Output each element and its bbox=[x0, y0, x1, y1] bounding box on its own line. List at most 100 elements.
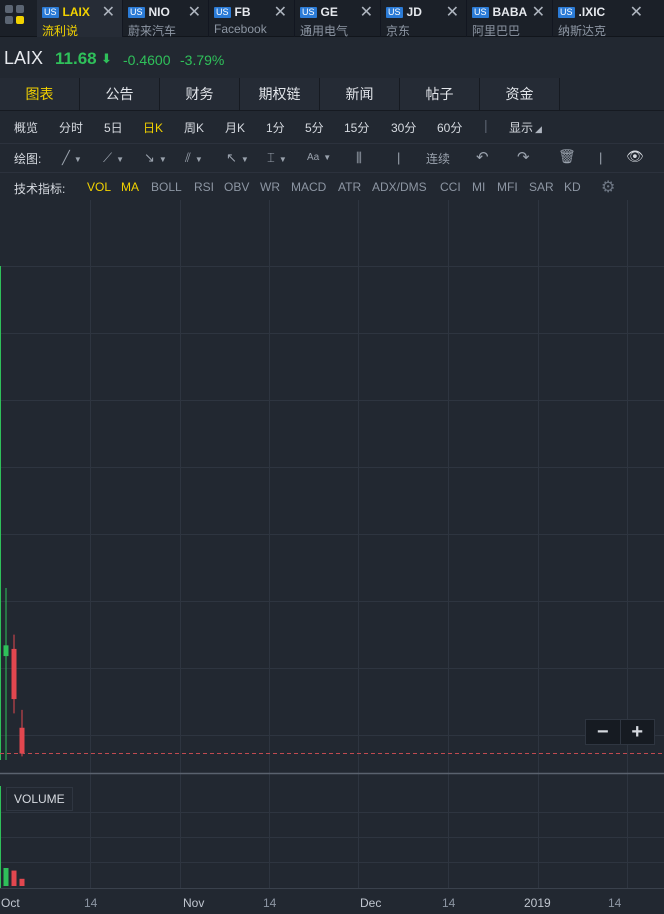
indicator-mi[interactable]: MI bbox=[472, 180, 485, 194]
x-tick-label: 14 bbox=[608, 896, 622, 910]
stock-tab-nio[interactable]: US NIO 蔚来汽车 ✕ bbox=[123, 0, 209, 38]
tab-name: 纳斯达克 bbox=[558, 24, 607, 38]
period-15min[interactable]: 15分 bbox=[344, 119, 369, 136]
quote-header: LAIX 11.68 ⬇ -0.4600 -3.79% bbox=[0, 46, 664, 72]
x-tick-label: Oct bbox=[1, 896, 20, 910]
tab-options-chain[interactable]: 期权链 bbox=[240, 78, 320, 110]
x-tick-label: 14 bbox=[442, 896, 456, 910]
candle-body[interactable] bbox=[3, 645, 9, 657]
quote-change: -0.4600 bbox=[123, 52, 171, 68]
x-tick-label: 14 bbox=[263, 896, 277, 910]
stock-tab-baba[interactable]: US BABA 阿里巴巴 ✕ bbox=[467, 0, 553, 38]
candle-body[interactable] bbox=[19, 727, 25, 754]
stock-tab-bar: US LAIX 流利说 ✕ US NIO 蔚来汽车 ✕ US FB Facebook … bbox=[0, 0, 664, 38]
market-badge: US bbox=[214, 7, 231, 18]
close-icon[interactable]: ✕ bbox=[446, 2, 459, 22]
undo-icon[interactable]: ↶ bbox=[476, 148, 489, 166]
tab-symbol: BABA bbox=[492, 5, 528, 19]
indicator-sar[interactable]: SAR bbox=[529, 180, 554, 194]
tab-name: 蔚来汽车 bbox=[128, 24, 177, 38]
x-tick-label: 14 bbox=[84, 896, 98, 910]
close-icon[interactable]: ✕ bbox=[360, 2, 373, 22]
period-intraday[interactable]: 分时 bbox=[59, 119, 83, 136]
zoom-out-button[interactable]: − bbox=[586, 720, 621, 744]
separator: | bbox=[484, 117, 488, 133]
continuous-button[interactable]: 连续 bbox=[426, 150, 450, 167]
drawing-toolbar: 绘图: ╱ ▼ ⟋ ▼ ↘ ▼ ⫽ ▼ ↖ ▼ ⌶ ▼ Aa ▼ ⫼ | 连续 ↶ ↷ 🗑 |… bbox=[0, 143, 664, 171]
indicator-obv[interactable]: OBV bbox=[224, 180, 249, 194]
candlestick-chart[interactable] bbox=[0, 200, 664, 914]
tab-symbol: JD bbox=[406, 5, 422, 19]
stock-tab-laix[interactable]: US LAIX 流利说 ✕ bbox=[37, 0, 123, 38]
indicator-macd[interactable]: MACD bbox=[291, 180, 326, 194]
tab-name: 京东 bbox=[386, 24, 411, 38]
indicator-wr[interactable]: WR bbox=[260, 180, 280, 194]
indicator-atr[interactable]: ATR bbox=[338, 180, 361, 194]
period-5min[interactable]: 5分 bbox=[305, 119, 324, 136]
tab-news[interactable]: 新闻 bbox=[320, 78, 400, 110]
close-icon[interactable]: ✕ bbox=[274, 2, 287, 22]
period-monthly-k[interactable]: 月K bbox=[225, 119, 245, 136]
draw-label: 绘图: bbox=[14, 152, 42, 166]
redo-icon[interactable]: ↷ bbox=[517, 148, 530, 166]
quote-ticker: LAIX bbox=[4, 48, 44, 68]
triangle-icon: ◢ bbox=[535, 124, 542, 134]
indicator-vol[interactable]: VOL bbox=[87, 180, 111, 194]
period-60min[interactable]: 60分 bbox=[437, 119, 462, 136]
tab-announcements[interactable]: 公告 bbox=[80, 78, 160, 110]
tab-name: 通用电气 bbox=[300, 24, 349, 38]
eye-icon[interactable]: 👁 bbox=[626, 148, 644, 165]
market-badge: US bbox=[558, 7, 575, 18]
gear-icon[interactable]: ⚙ bbox=[601, 177, 615, 197]
separator: | bbox=[397, 150, 401, 165]
stock-tab-ge[interactable]: US GE 通用电气 ✕ bbox=[295, 0, 381, 38]
period-weekly-k[interactable]: 周K bbox=[184, 119, 204, 136]
close-icon[interactable]: ✕ bbox=[188, 2, 201, 22]
ray-tool-icon[interactable]: ⟋ ▼ bbox=[103, 150, 124, 166]
zoom-in-button[interactable]: + bbox=[621, 720, 655, 744]
indicator-boll[interactable]: BOLL bbox=[151, 180, 182, 194]
separator: | bbox=[599, 150, 603, 165]
period-5d[interactable]: 5日 bbox=[104, 119, 123, 136]
tab-symbol: .IXIC bbox=[578, 5, 606, 19]
stock-tab-ixic[interactable]: US .IXIC 纳斯达克 ✕ bbox=[553, 0, 650, 38]
tab-symbol: FB bbox=[234, 5, 251, 19]
volume-bar bbox=[11, 870, 17, 886]
close-icon[interactable]: ✕ bbox=[532, 2, 545, 22]
candle-style-icon[interactable]: ⫼ bbox=[356, 150, 362, 166]
tab-symbol: NIO bbox=[148, 5, 170, 19]
app-menu-icon[interactable] bbox=[0, 0, 37, 37]
period-30min[interactable]: 30分 bbox=[391, 119, 416, 136]
close-icon[interactable]: ✕ bbox=[102, 2, 115, 22]
tab-posts[interactable]: 帖子 bbox=[400, 78, 480, 110]
indicator-adx-dms[interactable]: ADX/DMS bbox=[372, 180, 427, 194]
indicator-mfi[interactable]: MFI bbox=[497, 180, 518, 194]
x-tick-label: Dec bbox=[360, 896, 382, 910]
text-tool-icon[interactable]: Aa ▼ bbox=[307, 152, 331, 163]
tab-chart[interactable]: 图表 bbox=[0, 78, 80, 110]
volume-bars bbox=[3, 868, 25, 886]
stock-tab-jd[interactable]: US JD 京东 ✕ bbox=[381, 0, 467, 38]
trend-tool-icon[interactable]: ↘ ▼ bbox=[144, 150, 167, 166]
quote-price: 11.68 bbox=[55, 49, 97, 68]
tab-name: Facebook bbox=[214, 22, 267, 36]
x-tick-label: Nov bbox=[183, 896, 205, 910]
stock-tab-fb[interactable]: US FB Facebook ✕ bbox=[209, 0, 295, 37]
indicator-rsi[interactable]: RSI bbox=[194, 180, 214, 194]
indicator-kd[interactable]: KD bbox=[564, 180, 581, 194]
indicator-ma[interactable]: MA bbox=[121, 180, 139, 194]
measure-tool-icon[interactable]: ⌶ ▼ bbox=[267, 150, 287, 166]
period-daily-k[interactable]: 日K bbox=[143, 119, 163, 136]
indicator-cci[interactable]: CCI bbox=[440, 180, 461, 194]
period-1min[interactable]: 1分 bbox=[266, 119, 285, 136]
candle-body[interactable] bbox=[11, 648, 17, 700]
close-icon[interactable]: ✕ bbox=[630, 2, 643, 22]
arrow-tool-icon[interactable]: ↖ ▼ bbox=[226, 150, 249, 166]
channel-tool-icon[interactable]: ⫽ ▼ bbox=[185, 150, 203, 166]
period-overview[interactable]: 概览 bbox=[14, 119, 38, 136]
tab-capital-flow[interactable]: 资金 bbox=[480, 78, 560, 110]
trash-icon[interactable]: 🗑 bbox=[558, 148, 576, 165]
display-menu[interactable]: 显示 ◢ bbox=[509, 119, 542, 136]
tab-financials[interactable]: 财务 bbox=[160, 78, 240, 110]
line-tool-icon[interactable]: ╱ ▼ bbox=[62, 150, 82, 166]
